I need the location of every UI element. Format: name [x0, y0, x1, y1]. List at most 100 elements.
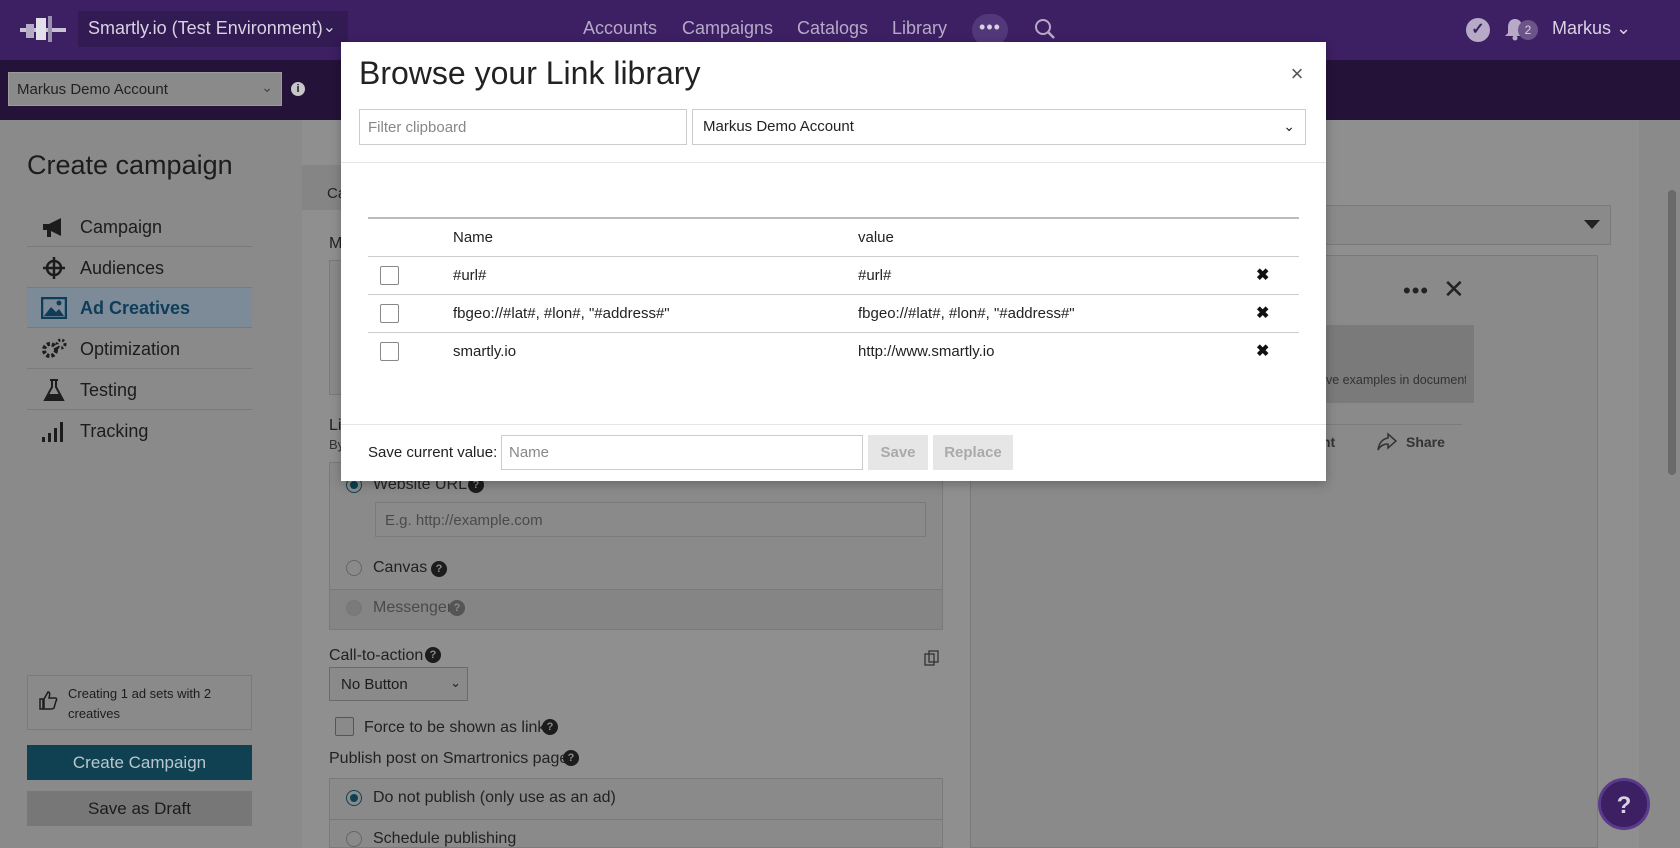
- help-icon[interactable]: ?: [425, 647, 441, 663]
- sidebar-item-tracking[interactable]: Tracking: [27, 411, 252, 451]
- help-icon[interactable]: ?: [449, 600, 465, 616]
- save-current-value-label: Save current value:: [368, 444, 498, 461]
- row-value: #url#: [858, 267, 892, 284]
- help-icon[interactable]: ?: [431, 561, 447, 577]
- crosshair-icon: [43, 257, 65, 279]
- chevron-down-icon: ⌄: [1616, 18, 1632, 38]
- row-checkbox[interactable]: [380, 342, 399, 361]
- image-icon: [41, 297, 67, 319]
- cta-select[interactable]: No Button ⌄: [329, 667, 468, 701]
- gears-icon: [42, 338, 67, 358]
- sidebar-item-campaign[interactable]: Campaign: [27, 207, 252, 247]
- delete-icon[interactable]: ✖: [1256, 341, 1269, 361]
- caret-down-icon: [1584, 220, 1600, 229]
- sidebar-item-optimization[interactable]: Optimization: [27, 329, 252, 369]
- divider: [329, 819, 943, 820]
- table-row[interactable]: #url# #url# ✖: [368, 257, 1299, 295]
- publish-label: Publish post on Smartronics page: [329, 750, 569, 767]
- schedule-publishing-radio[interactable]: [346, 831, 362, 847]
- delete-icon[interactable]: ✖: [1256, 265, 1269, 285]
- row-checkbox[interactable]: [380, 266, 399, 285]
- share-icon: [1377, 432, 1398, 451]
- nav-accounts[interactable]: Accounts: [583, 18, 657, 39]
- tasks-check-icon[interactable]: ✓: [1466, 18, 1490, 42]
- close-icon[interactable]: ✕: [1443, 274, 1465, 305]
- messenger-label: Messenger: [373, 599, 453, 616]
- cta-label: Call-to-action: [329, 647, 424, 664]
- row-checkbox[interactable]: [380, 304, 399, 323]
- search-icon[interactable]: [1034, 18, 1056, 40]
- info-icon[interactable]: i: [291, 82, 305, 96]
- megaphone-icon: [43, 218, 61, 237]
- save-draft-button[interactable]: Save as Draft: [27, 791, 252, 826]
- environment-label: Smartly.io (Test Environment): [88, 18, 323, 38]
- sidebar-item-label: Audiences: [80, 258, 165, 278]
- chevron-down-icon: ⌄: [261, 79, 273, 95]
- link-label: Li: [329, 417, 342, 434]
- campaign-summary: Creating 1 ad sets with 2 creatives: [27, 675, 252, 730]
- close-icon[interactable]: ×: [1285, 62, 1309, 86]
- filter-clipboard-input[interactable]: [359, 109, 687, 145]
- more-icon[interactable]: •••: [1403, 278, 1429, 304]
- sidebar-item-label: Optimization: [80, 339, 181, 359]
- replace-button[interactable]: Replace: [933, 435, 1013, 470]
- user-menu[interactable]: Markus ⌄: [1552, 18, 1631, 39]
- environment-selector[interactable]: Smartly.io (Test Environment) ⌄: [78, 11, 348, 47]
- share-label[interactable]: Share: [1406, 434, 1445, 450]
- help-chat-button[interactable]: ?: [1598, 778, 1650, 830]
- thumbs-up-icon: [39, 691, 58, 710]
- table-header: Name value: [368, 219, 1299, 257]
- save-button[interactable]: Save: [868, 435, 928, 470]
- modal-account-select[interactable]: Markus Demo Account ⌄: [692, 109, 1306, 145]
- account-selector[interactable]: Markus Demo Account ⌄: [8, 72, 282, 106]
- column-header-value: value: [858, 229, 894, 246]
- smartly-logo-icon[interactable]: [20, 16, 66, 42]
- modal-account-value: Markus Demo Account: [703, 118, 854, 135]
- help-icon[interactable]: ?: [542, 719, 558, 735]
- divider: [341, 162, 1326, 163]
- table-row[interactable]: fbgeo://#lat#, #lon#, "#address#" fbgeo:…: [368, 295, 1299, 333]
- canvas-radio[interactable]: [346, 560, 362, 576]
- sidebar-item-label: Campaign: [80, 217, 163, 237]
- delete-icon[interactable]: ✖: [1256, 303, 1269, 323]
- divider: [341, 424, 1326, 425]
- nav-catalogs[interactable]: Catalogs: [797, 18, 868, 39]
- force-link-label: Force to be shown as link: [364, 719, 546, 736]
- canvas-label: Canvas: [373, 559, 428, 576]
- row-name: smartly.io: [453, 343, 517, 360]
- sidebar-item-label: Ad Creatives: [80, 298, 191, 318]
- sidebar-item-audiences[interactable]: Audiences: [27, 248, 252, 288]
- user-name: Markus: [1552, 18, 1612, 38]
- messenger-radio[interactable]: [346, 600, 362, 616]
- website-url-input[interactable]: E.g. http://example.com: [375, 502, 926, 537]
- nav-campaigns[interactable]: Campaigns: [682, 18, 773, 39]
- notification-count-badge: 2: [1518, 20, 1538, 40]
- create-campaign-button[interactable]: Create Campaign: [27, 745, 252, 780]
- sidebar-item-ad-creatives[interactable]: Ad Creatives: [27, 288, 252, 328]
- preview-placement-select[interactable]: [1295, 205, 1611, 245]
- do-not-publish-label: Do not publish (only use as an ad): [373, 789, 616, 806]
- row-value: fbgeo://#lat#, #lon#, "#address#": [858, 305, 1075, 322]
- page-scrollbar[interactable]: [1668, 190, 1676, 475]
- force-link-checkbox[interactable]: [335, 717, 354, 736]
- campaign-summary-text: Creating 1 ad sets with 2 creatives: [68, 686, 212, 721]
- do-not-publish-radio[interactable]: [346, 790, 362, 806]
- chevron-down-icon: ⌄: [1283, 118, 1295, 134]
- sidebar-item-testing[interactable]: Testing: [27, 370, 252, 410]
- link-library-modal: Browse your Link library × Markus Demo A…: [341, 42, 1326, 481]
- help-icon[interactable]: ?: [563, 750, 579, 766]
- sidebar-item-label: Tracking: [80, 421, 149, 441]
- table-row[interactable]: smartly.io http://www.smartly.io ✖: [368, 333, 1299, 371]
- preview-link-text: ve examples in documentation: [1326, 373, 1466, 387]
- cta-select-value: No Button: [341, 676, 408, 693]
- column-header-name: Name: [453, 229, 494, 246]
- copy-icon[interactable]: [924, 650, 939, 666]
- row-name: #url#: [453, 267, 487, 284]
- account-selector-label: Markus Demo Account: [17, 81, 168, 98]
- sidebar-title: Create campaign: [27, 150, 233, 180]
- flask-icon: [43, 379, 65, 401]
- save-name-input[interactable]: [501, 435, 863, 470]
- nav-library[interactable]: Library: [892, 18, 947, 39]
- chevron-down-icon: ⌄: [450, 675, 461, 690]
- sidebar-item-label: Testing: [80, 380, 138, 400]
